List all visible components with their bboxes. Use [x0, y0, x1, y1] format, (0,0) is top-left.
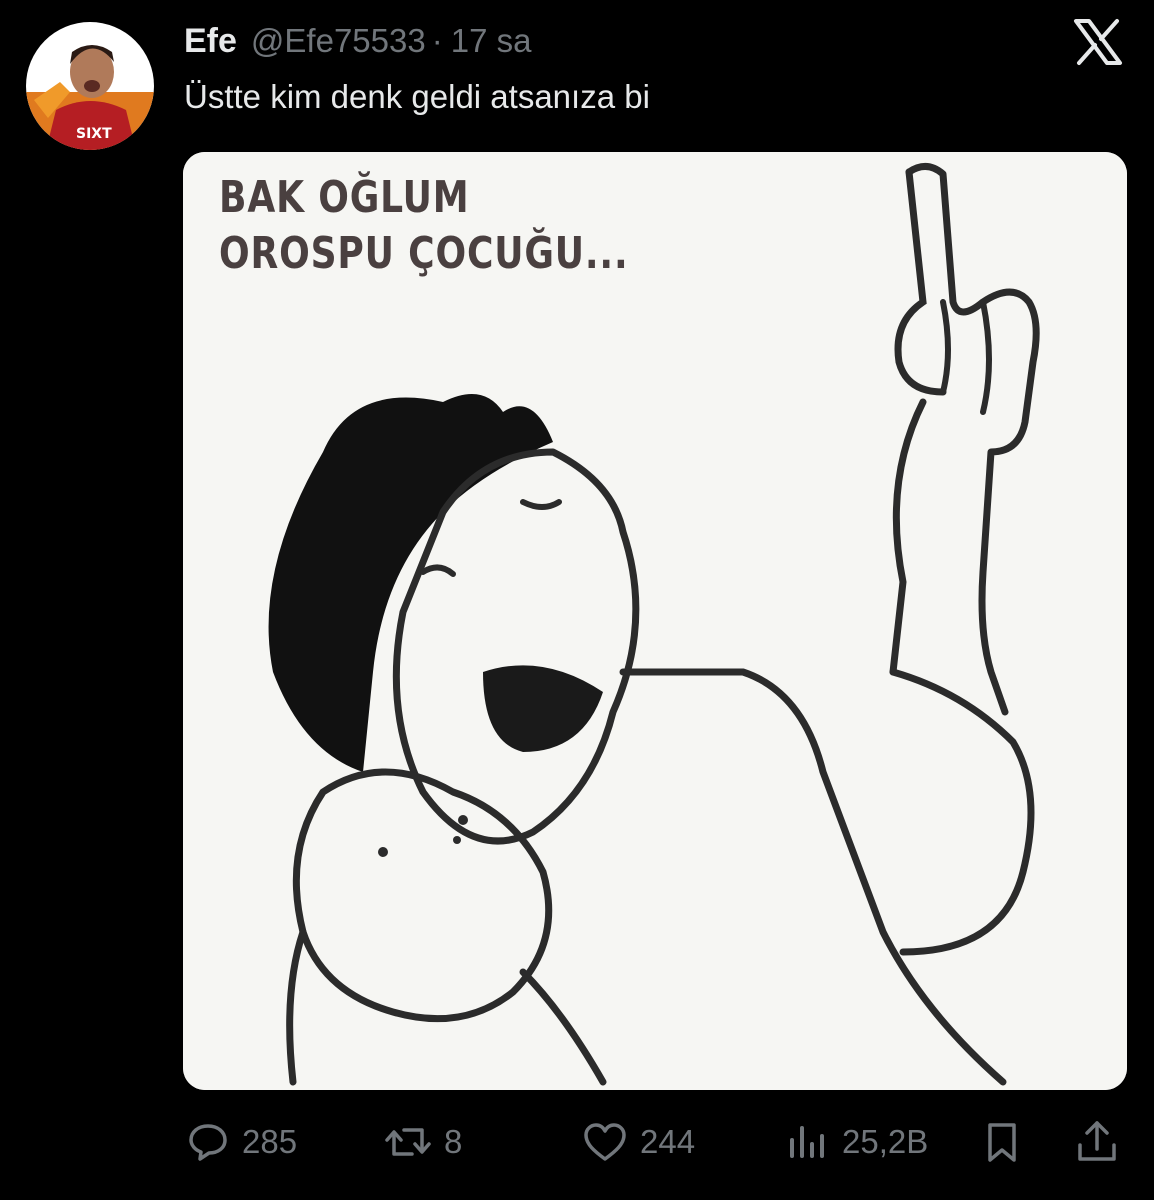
avatar-image: SIXT: [26, 22, 154, 150]
views-icon: [790, 1126, 824, 1158]
bookmark-button[interactable]: [982, 1112, 1022, 1172]
user-handle[interactable]: @Efe75533: [251, 22, 426, 60]
tweet-timestamp[interactable]: 17 sa: [451, 22, 532, 60]
bookmark-icon: [988, 1123, 1016, 1162]
repost-button[interactable]: 8: [384, 1112, 462, 1172]
tweet-action-bar: 285 8 244 25,2B: [0, 1112, 1154, 1172]
tweet-media[interactable]: BAK OĞLUM OROSPU ÇOCUĞU...: [183, 152, 1127, 1090]
svg-text:SIXT: SIXT: [76, 126, 112, 142]
reply-count: 285: [242, 1123, 298, 1160]
display-name[interactable]: Efe: [184, 22, 237, 61]
reply-icon: [189, 1124, 227, 1161]
tweet-header: Efe @Efe75533 · 17 sa: [184, 18, 531, 64]
meme-caption-line-1: BAK OĞLUM: [219, 172, 470, 223]
like-button[interactable]: 244: [582, 1112, 695, 1172]
reply-button[interactable]: 285: [186, 1112, 297, 1172]
meme-caption-line-2: OROSPU ÇOCUĞU...: [219, 228, 629, 279]
meme-drawing: [183, 152, 1127, 1090]
like-count: 244: [640, 1123, 696, 1160]
meme-caption: BAK OĞLUM OROSPU ÇOCUĞU...: [219, 170, 629, 282]
views-count: 25,2B: [842, 1123, 929, 1160]
share-button[interactable]: [1074, 1112, 1120, 1172]
repost-icon: [385, 1128, 431, 1156]
x-logo-icon: [1072, 18, 1124, 66]
avatar[interactable]: SIXT: [26, 22, 154, 150]
tweet-text: Üstte kim denk geldi atsanıza bi: [184, 78, 650, 115]
share-icon: [1078, 1121, 1116, 1161]
separator-dot: ·: [431, 22, 443, 59]
repost-count: 8: [444, 1123, 463, 1160]
heart-icon: [584, 1123, 626, 1161]
views-button[interactable]: 25,2B: [784, 1112, 928, 1172]
